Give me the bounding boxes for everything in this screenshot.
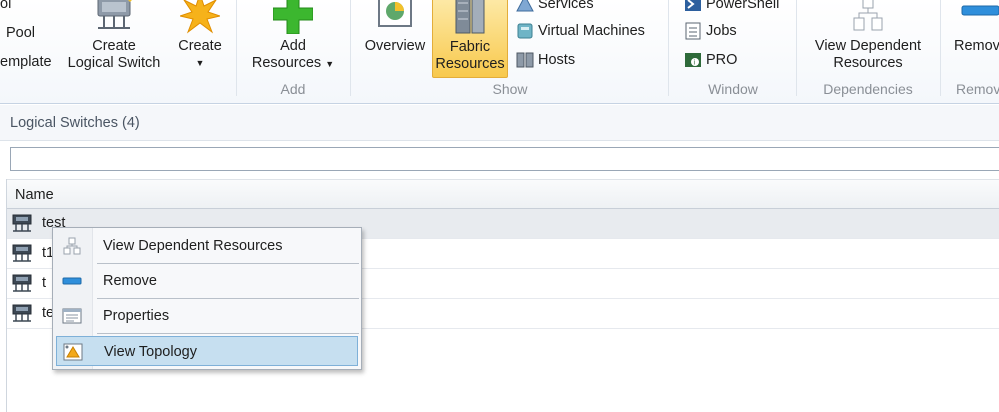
menu-item-label: Properties xyxy=(103,308,170,324)
pool-button[interactable]: Pool xyxy=(6,25,35,42)
template-button[interactable]: emplate xyxy=(0,54,52,71)
overview-label: Overview xyxy=(364,38,426,54)
topology-icon xyxy=(63,343,83,361)
add-resources-label-2: Resources ▼ xyxy=(251,55,335,71)
ribbon-separator xyxy=(940,0,941,96)
powershell-button[interactable]: PowerShell xyxy=(684,0,779,13)
panel-title: Logical Switches (4) xyxy=(10,115,140,131)
menu-item-properties[interactable]: Properties xyxy=(56,301,358,331)
powershell-icon xyxy=(685,0,701,11)
pro-label: PRO xyxy=(706,52,738,68)
overview-chart-icon xyxy=(378,0,412,27)
group-label-remove: Remov xyxy=(956,81,999,97)
jobs-button[interactable]: Jobs xyxy=(684,22,737,40)
create-logical-switch-button[interactable]: Create Logical Switch xyxy=(64,0,164,72)
add-plus-icon xyxy=(273,0,313,34)
ribbon-separator xyxy=(350,0,351,96)
overview-button[interactable]: Overview xyxy=(358,0,432,55)
remove-bar-icon xyxy=(961,5,999,16)
logical-switch-icon xyxy=(12,304,32,322)
ribbon-separator xyxy=(796,0,797,96)
menu-separator xyxy=(97,263,359,264)
hosts-icon xyxy=(516,52,534,68)
ribbon: ol Pool emplate Create Logical Switch Cr… xyxy=(0,0,999,104)
virtual-machines-button[interactable]: Virtual Machines xyxy=(516,22,645,40)
view-dependent-label-1: View Dependent xyxy=(814,38,922,54)
virtual-machines-icon xyxy=(517,23,533,39)
create-logical-switch-label-2: Logical Switch xyxy=(67,55,161,71)
create-logical-switch-label-1: Create xyxy=(92,38,136,54)
logical-switch-icon xyxy=(12,244,32,262)
pro-icon: i xyxy=(685,53,701,67)
group-label-dependencies: Dependencies xyxy=(823,81,913,97)
fabric-resources-button[interactable]: Fabric Resources xyxy=(432,0,508,78)
pro-button[interactable]: i PRO xyxy=(684,51,737,69)
logical-switch-icon xyxy=(97,0,132,29)
group-label-add: Add xyxy=(280,81,306,97)
panel-header: Logical Switches (4) xyxy=(0,105,999,141)
column-header-name[interactable]: Name xyxy=(15,187,54,203)
remove-button[interactable]: Remov xyxy=(954,0,999,55)
hosts-label: Hosts xyxy=(538,52,576,68)
remove-bar-icon xyxy=(62,277,82,285)
menu-item-view-dependent-resources[interactable]: View Dependent Resources xyxy=(56,231,358,261)
server-rack-icon xyxy=(455,0,485,34)
create-button[interactable]: Create ▼ xyxy=(172,0,228,72)
fabric-resources-label-2: Resources xyxy=(435,56,505,72)
starburst-icon xyxy=(180,0,220,34)
view-dependent-resources-button[interactable]: View Dependent Resources xyxy=(806,0,930,72)
services-label: Services xyxy=(538,0,594,12)
virtual-machines-label: Virtual Machines xyxy=(538,23,645,39)
group-label-window: Window xyxy=(708,81,758,97)
add-resources-button[interactable]: Add Resources ▼ xyxy=(250,0,336,73)
add-resources-label-1: Add xyxy=(280,38,306,54)
column-header[interactable]: Name xyxy=(6,179,999,209)
menu-separator xyxy=(97,298,359,299)
search-input[interactable] xyxy=(10,147,999,171)
dependency-tree-icon xyxy=(63,237,81,255)
services-button[interactable]: Services xyxy=(516,0,594,13)
ribbon-separator xyxy=(236,0,237,96)
menu-item-label: View Topology xyxy=(104,344,197,360)
panel-left-border xyxy=(6,179,7,412)
powershell-label: PowerShell xyxy=(706,0,780,12)
menu-item-view-topology[interactable]: View Topology xyxy=(56,336,358,366)
chevron-down-icon: ▼ xyxy=(195,58,205,68)
logical-switch-icon xyxy=(12,274,32,292)
services-icon xyxy=(516,0,534,12)
hosts-button[interactable]: Hosts xyxy=(516,51,575,69)
menu-item-remove[interactable]: Remove xyxy=(56,266,358,296)
menu-item-label: Remove xyxy=(103,273,157,289)
menu-item-label: View Dependent Resources xyxy=(103,238,283,254)
ribbon-separator xyxy=(668,0,669,96)
menu-separator xyxy=(97,333,359,334)
jobs-label: Jobs xyxy=(706,23,737,39)
group-label-show: Show xyxy=(492,81,528,97)
remove-label: Remov xyxy=(954,38,999,54)
dependency-tree-icon xyxy=(853,0,883,31)
view-dependent-label-2: Resources xyxy=(833,55,903,71)
properties-icon xyxy=(62,308,82,324)
fabric-resources-label-1: Fabric xyxy=(449,39,491,55)
jobs-icon xyxy=(685,22,701,40)
logical-switch-icon xyxy=(12,214,32,232)
row-name: t xyxy=(42,275,47,291)
context-menu: View Dependent Resources Remove Properti… xyxy=(52,227,362,370)
create-label: Create xyxy=(178,38,222,54)
ribbon-partial-label[interactable]: ol xyxy=(0,0,11,13)
